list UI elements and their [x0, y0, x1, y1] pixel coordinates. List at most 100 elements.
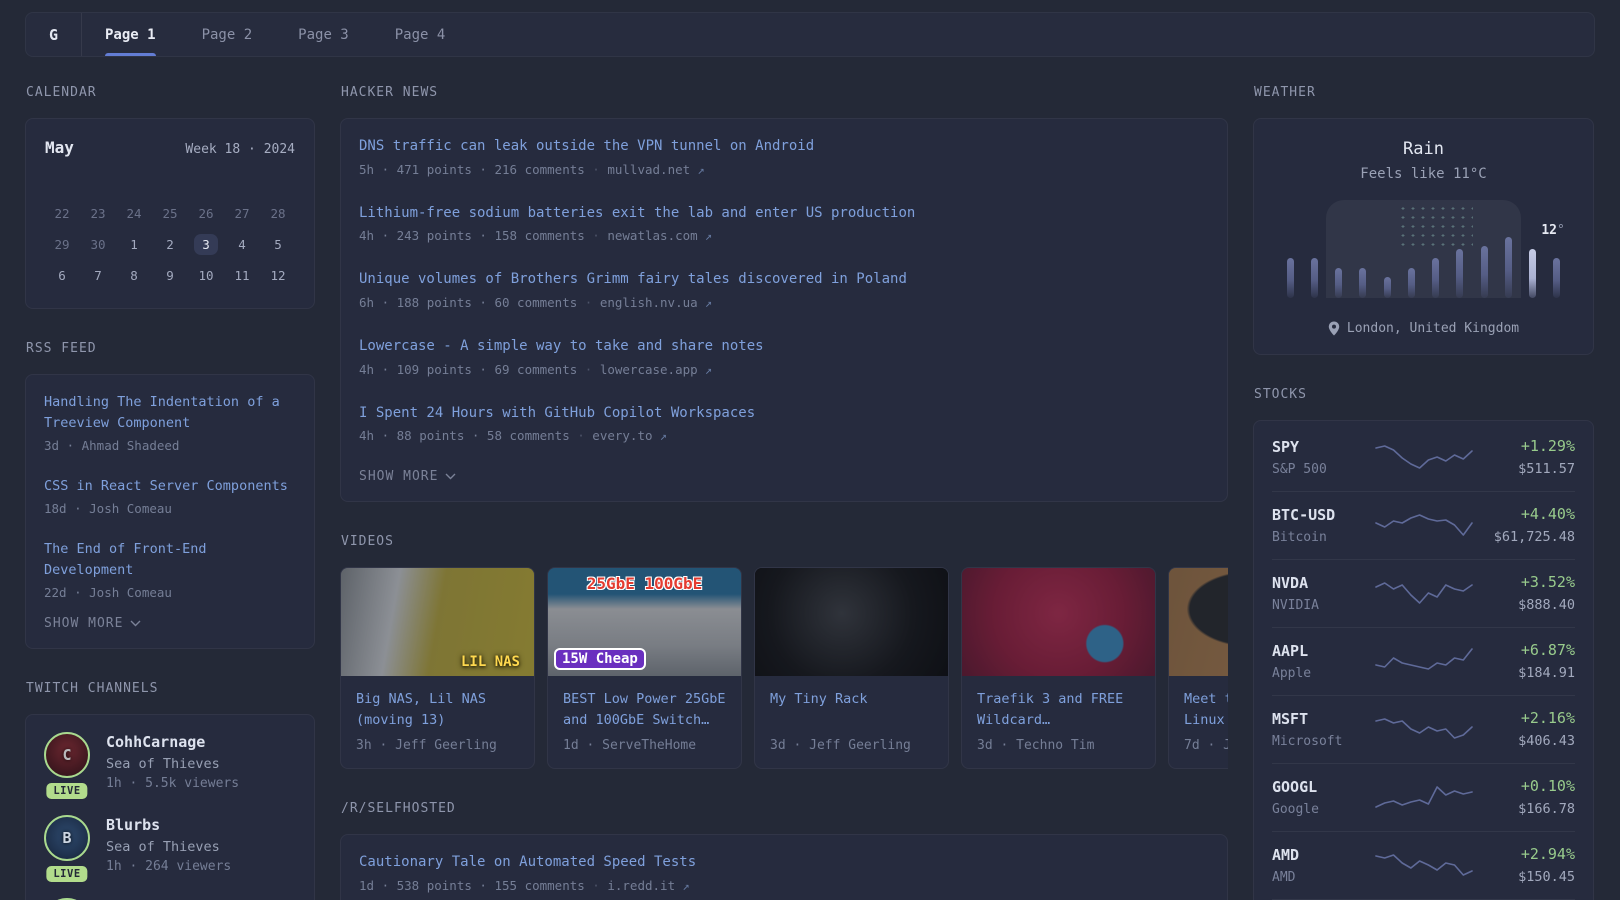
stock-identity: GOOGL Google	[1272, 778, 1376, 817]
stock-ticker: AAPL	[1272, 642, 1376, 660]
video-thumbnail[interactable]: LIL NAS	[341, 568, 534, 676]
feed-item-meta: 3d · Ahmad Shadeed	[44, 438, 296, 453]
stock-ticker: NVDA	[1272, 574, 1376, 592]
news-item-source-link[interactable]: every.to	[570, 428, 667, 443]
video-title-link[interactable]: My Tiny Rack	[770, 689, 933, 731]
video-thumbnail[interactable]: FAST	[1169, 568, 1228, 676]
nav-tab[interactable]: Page 2	[179, 13, 276, 56]
twitch-list: C LIVE CohhCarnage Sea of Thieves 1h · 5…	[44, 732, 296, 900]
feed-item-link[interactable]: CSS in React Server Components	[44, 476, 296, 497]
nav-tab-label: Page 1	[105, 27, 156, 43]
left-column: CALENDAR May Week 18 · 2024 22 23 24 25 …	[25, 85, 315, 900]
news-item-source-link[interactable]: i.redd.it	[585, 878, 690, 893]
calendar-day: 6	[44, 260, 80, 291]
calendar-header: May Week 18 · 2024	[45, 138, 295, 157]
nav-tab[interactable]: Page 3	[275, 13, 372, 56]
stock-company-name: Google	[1272, 802, 1376, 817]
twitch-channel-row[interactable]: B LIVE Blurbs Sea of Thieves 1h · 264 vi…	[44, 815, 296, 874]
live-badge: LIVE	[46, 783, 87, 799]
video-title-link[interactable]: Traefik 3 and FREE Wildcard…	[977, 689, 1140, 731]
calendar-day: 7	[80, 260, 116, 291]
twitch-avatar-wrap: C LIVE	[44, 732, 90, 791]
feed-item-link[interactable]: The End of Front-End Development	[44, 539, 296, 581]
twitch-channel-game[interactable]: Sea of Thieves	[106, 839, 231, 855]
avatar: B	[44, 815, 90, 861]
video-card[interactable]: LIL NAS Big NAS, Lil NAS (moving 13) 3h …	[340, 567, 535, 769]
twitch-channel-game[interactable]: Sea of Thieves	[106, 756, 239, 772]
news-item-source-link[interactable]: english.nv.ua	[577, 295, 712, 310]
stock-identity: NVDA NVIDIA	[1272, 574, 1376, 613]
calendar-day: 4	[224, 229, 260, 260]
weather-location: London, United Kingdom	[1272, 321, 1575, 336]
news-item-source-link[interactable]: mullvad.net	[585, 162, 705, 177]
news-item-source-link[interactable]: newatlas.com	[585, 228, 712, 243]
twitch-channel-info: CohhCarnage Sea of Thieves 1h · 5.5k vie…	[106, 732, 239, 791]
calendar-week-info: Week 18 · 2024	[185, 142, 295, 157]
news-item-link[interactable]: Lowercase - A simple way to take and sha…	[359, 336, 1209, 358]
video-thumbnail[interactable]	[962, 568, 1155, 676]
stock-company-name: Microsoft	[1272, 734, 1376, 749]
video-thumbnail[interactable]	[755, 568, 948, 676]
news-item-link[interactable]: Lithium-free sodium batteries exit the l…	[359, 203, 1209, 225]
thumbnail-text-2: 15W Cheap	[556, 650, 644, 668]
weather-hour-cell	[1529, 210, 1536, 298]
feed-item: The End of Front-End Development 22d · J…	[44, 539, 296, 600]
video-card[interactable]: FAST Meet the (new?) Linux Clu… 7d · Jef…	[1168, 567, 1228, 769]
calendar-weekday	[260, 171, 296, 198]
video-thumbnail[interactable]: 25GbE 100GbE 15W Cheap	[548, 568, 741, 676]
video-card[interactable]: My Tiny Rack 3d · Jeff Geerling	[754, 567, 949, 769]
news-item-link[interactable]: DNS traffic can leak outside the VPN tun…	[359, 136, 1209, 158]
video-card[interactable]: Traefik 3 and FREE Wildcard… 3d · Techno…	[961, 567, 1156, 769]
news-item-link[interactable]: Cautionary Tale on Automated Speed Tests	[359, 852, 1209, 874]
app-logo[interactable]: G	[26, 13, 82, 56]
stock-row[interactable]: MSFT Microsoft +2.16% $406.43	[1272, 695, 1575, 763]
weather-temp-bar	[1384, 277, 1391, 298]
stock-change-percent: +2.94%	[1472, 845, 1576, 863]
video-title-link[interactable]: Meet the (new?) Linux Clu…	[1184, 689, 1228, 731]
rss-show-more-button[interactable]: SHOW MORE	[44, 616, 296, 631]
twitch-channel-name[interactable]: Blurbs	[106, 816, 231, 834]
feed-item: Handling The Indentation of a Treeview C…	[44, 392, 296, 453]
video-title-link[interactable]: Big NAS, Lil NAS (moving 13)	[356, 689, 519, 731]
calendar-day-number: 22	[46, 203, 77, 224]
news-item-meta: 5h · 471 points · 216 commentsmullvad.ne…	[359, 162, 1209, 177]
weather-temp-bar	[1311, 258, 1318, 298]
stock-row[interactable]: SPY S&P 500 +1.29% $511.57	[1272, 424, 1575, 491]
stock-sparkline-chart	[1376, 510, 1472, 540]
calendar-day-number: 23	[82, 203, 113, 224]
stock-row[interactable]: GOOGL Google +0.10% $166.78	[1272, 763, 1575, 831]
show-more-label: SHOW MORE	[44, 616, 123, 631]
video-card[interactable]: 25GbE 100GbE 15W Cheap BEST Low Power 25…	[547, 567, 742, 769]
stock-ticker: MSFT	[1272, 710, 1376, 728]
calendar-day-number: 28	[262, 203, 293, 224]
stock-row[interactable]: AMD AMD +2.94% $150.45	[1272, 831, 1575, 899]
news-item-link[interactable]: I Spent 24 Hours with GitHub Copilot Wor…	[359, 403, 1209, 425]
calendar-day: 27	[224, 198, 260, 229]
stock-company-name: Bitcoin	[1272, 530, 1376, 545]
news-item-link[interactable]: Unique volumes of Brothers Grimm fairy t…	[359, 269, 1209, 291]
stock-row[interactable]: NVDA NVIDIA +3.52% $888.40	[1272, 559, 1575, 627]
stock-price: $150.45	[1472, 869, 1576, 885]
video-title-link[interactable]: BEST Low Power 25GbE and 100GbE Switch…	[563, 689, 726, 731]
video-card-body: Big NAS, Lil NAS (moving 13) 3h · Jeff G…	[341, 676, 534, 768]
nav-tab[interactable]: Page 1	[82, 13, 179, 56]
weather-hour-cell	[1408, 210, 1415, 298]
news-item-stats: 4h · 109 points · 69 comments	[359, 362, 577, 377]
feed-item: CSS in React Server Components 18d · Jos…	[44, 476, 296, 516]
twitch-channel-name[interactable]: CohhCarnage	[106, 733, 239, 751]
stock-row[interactable]: BTC-USD Bitcoin +4.40% $61,725.48	[1272, 491, 1575, 559]
stock-values: +6.87% $184.91	[1472, 641, 1576, 681]
calendar-widget: May Week 18 · 2024 22 23 24 25 26 27 28 …	[25, 118, 315, 309]
twitch-channel-row[interactable]: C LIVE CohhCarnage Sea of Thieves 1h · 5…	[44, 732, 296, 791]
twitch-channels-widget: C LIVE CohhCarnage Sea of Thieves 1h · 5…	[25, 714, 315, 900]
news-item-source-link[interactable]: lowercase.app	[577, 362, 712, 377]
hn-show-more-button[interactable]: SHOW MORE	[359, 469, 1209, 484]
stock-change-percent: +6.87%	[1472, 641, 1576, 659]
dashboard-content: CALENDAR May Week 18 · 2024 22 23 24 25 …	[0, 85, 1620, 900]
feed-item-link[interactable]: Handling The Indentation of a Treeview C…	[44, 392, 296, 434]
calendar-day-number: 24	[118, 203, 149, 224]
stock-ticker: GOOGL	[1272, 778, 1376, 796]
stock-row[interactable]: AAPL Apple +6.87% $184.91	[1272, 627, 1575, 695]
nav-tab[interactable]: Page 4	[372, 13, 469, 56]
calendar-day-number: 27	[226, 203, 257, 224]
